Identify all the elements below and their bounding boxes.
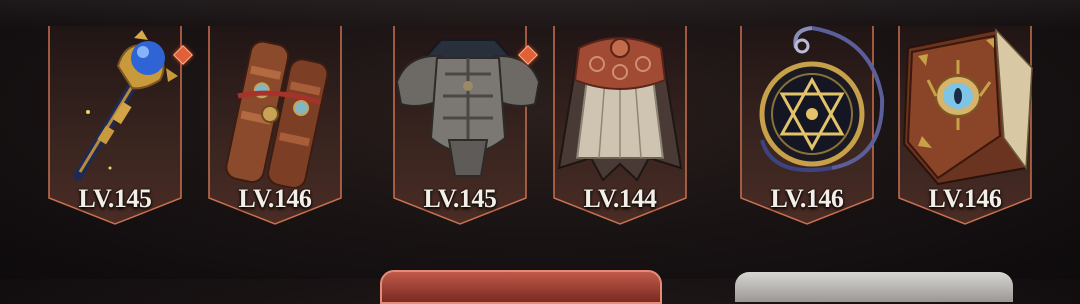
level-label: LV.145 — [78, 184, 152, 213]
staff-icon — [73, 30, 178, 181]
cloak-icon — [557, 37, 683, 182]
equipment-slot-bracers[interactable]: LV.146 — [208, 18, 342, 228]
primary-action-button[interactable] — [380, 270, 662, 304]
amulet-icon — [759, 26, 885, 173]
level-label: LV.146 — [770, 184, 844, 213]
chest-armor-icon — [395, 39, 541, 177]
equipment-slot-chest-armor[interactable]: LV.145 — [393, 18, 541, 228]
level-label: LV.144 — [583, 184, 657, 213]
level-label: LV.145 — [423, 184, 497, 213]
level-label: LV.146 — [238, 184, 312, 213]
bracers-icon — [225, 40, 329, 188]
equipment-slot-amulet[interactable]: LV.146 — [740, 18, 885, 228]
level-label: LV.146 — [928, 184, 1002, 213]
equipment-slot-cloak[interactable]: LV.144 — [553, 18, 687, 228]
tome-icon — [902, 27, 1034, 186]
equipment-slot-tome[interactable]: LV.146 — [898, 18, 1034, 228]
equipment-slot-staff[interactable]: LV.145 — [48, 18, 193, 228]
secondary-action-button[interactable] — [735, 272, 1013, 302]
